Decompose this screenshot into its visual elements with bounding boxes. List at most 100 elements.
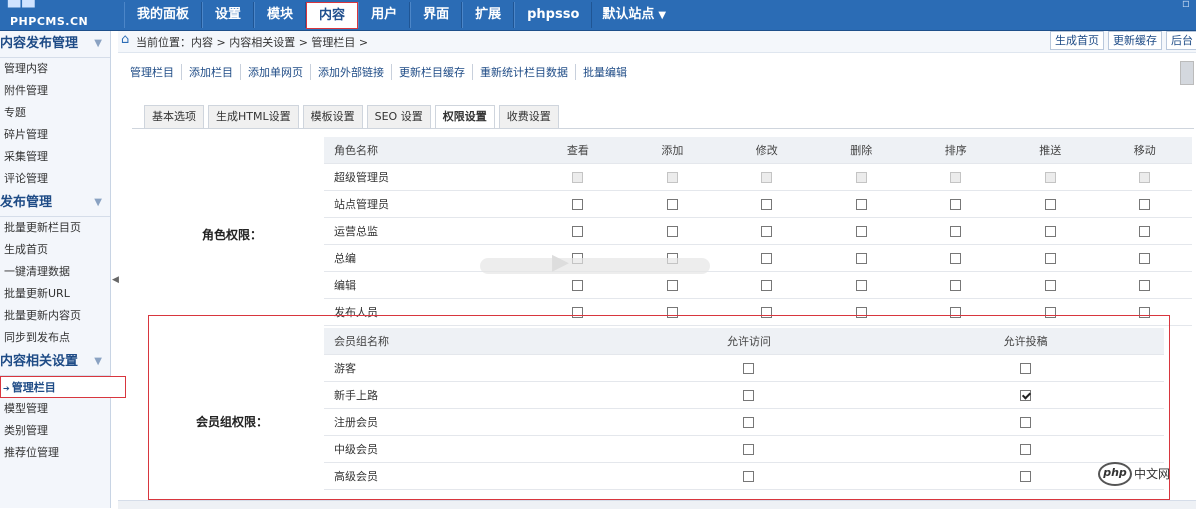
tab-0[interactable]: 基本选项 [144, 105, 204, 128]
nav-item-7[interactable]: phpsso [514, 2, 593, 28]
role-checkbox[interactable] [761, 199, 773, 210]
sidebar-item-1-4[interactable]: 批量更新内容页 [0, 305, 110, 327]
role-checkbox[interactable] [855, 226, 867, 237]
role-col-header-1: 查看 [530, 137, 626, 164]
sidebar-section-title: 内容相关设置 [0, 354, 79, 369]
role-checkbox[interactable] [950, 280, 962, 291]
role-checkbox[interactable] [950, 226, 962, 237]
role-checkbox [855, 172, 867, 183]
nav-item-4[interactable]: 用户 [358, 2, 411, 28]
sidebar-item-1-2[interactable]: 一键清理数据 [0, 261, 110, 283]
sidebar-item-0-4[interactable]: 采集管理 [0, 146, 110, 168]
role-checkbox[interactable] [1044, 199, 1056, 210]
window-icon[interactable]: ▫ [1182, 0, 1190, 10]
sidebar-item-0-5[interactable]: 评论管理 [0, 168, 110, 190]
subnav-link-3[interactable]: 添加外部链接 [310, 64, 391, 80]
tab-2[interactable]: 模板设置 [302, 105, 363, 128]
role-checkbox[interactable] [950, 199, 962, 210]
subnav-link-5[interactable]: 重新统计栏目数据 [472, 64, 575, 80]
role-check-cell [719, 190, 815, 218]
subnav-link-2[interactable]: 添加单网页 [240, 64, 310, 80]
top-bar: ▀▀ PHPCMS.CN 我的面板 设置 模块 内容 用户 界面 扩展 phpsso 默认站点 ▼… [0, 0, 1196, 31]
sidebar-item-2-2[interactable]: 类别管理 [0, 420, 110, 442]
nav-item-0[interactable]: 我的面板 [124, 2, 203, 28]
sidebar-item-1-3[interactable]: 批量更新URL [0, 283, 110, 305]
chevron-down-icon[interactable]: ▼ [94, 31, 102, 57]
chevron-down-icon[interactable]: ▼ [94, 349, 102, 375]
role-checkbox[interactable] [1139, 280, 1151, 291]
role-checkbox[interactable] [761, 280, 773, 291]
chevron-down-icon: ▼ [658, 10, 667, 21]
chevron-down-icon[interactable]: ▼ [94, 190, 102, 216]
role-checkbox[interactable] [855, 280, 867, 291]
sidebar-item-1-1[interactable]: 生成首页 [0, 239, 110, 261]
home-icon[interactable]: ⌂ [121, 32, 129, 47]
subnav-link-4[interactable]: 更新栏目缓存 [391, 64, 472, 80]
sidebar-item-label: 批量更新URL [4, 287, 70, 300]
sidebar-item-2-0[interactable]: ➔ 管理栏目 [0, 376, 126, 398]
role-checkbox[interactable] [666, 226, 678, 237]
role-checkbox [950, 172, 962, 183]
header-button-1[interactable]: 更新缓存 [1108, 31, 1162, 50]
watermark-text: 中文网 [1134, 467, 1171, 481]
sidebar-item-0-3[interactable]: 碎片管理 [0, 124, 110, 146]
role-checkbox[interactable] [761, 226, 773, 237]
role-check-cell [719, 244, 815, 272]
sidebar-section-0[interactable]: 内容发布管理 ▼ [0, 31, 110, 58]
role-col-header-2: 添加 [625, 137, 720, 164]
nav-item-1[interactable]: 设置 [202, 2, 255, 28]
sidebar-item-0-0[interactable]: 管理内容 [0, 58, 110, 80]
role-check-cell [908, 217, 1003, 245]
header-buttons: 生成首页 更新缓存 后台 [1046, 31, 1196, 50]
header-button-0[interactable]: 生成首页 [1050, 31, 1104, 50]
watermark-band [480, 258, 710, 274]
sidebar-item-2-3[interactable]: 推荐位管理 [0, 442, 110, 464]
table-row: 总编 [324, 244, 1192, 272]
nav-item-6[interactable]: 扩展 [462, 2, 515, 28]
role-checkbox[interactable] [666, 199, 678, 210]
site-selector-label: 默认站点 [602, 7, 655, 22]
role-checkbox[interactable] [1044, 253, 1056, 264]
role-checkbox[interactable] [761, 253, 773, 264]
role-check-cell [530, 163, 626, 191]
arrow-icon: ➔ [3, 384, 10, 393]
sidebar-item-2-1[interactable]: 模型管理 [0, 398, 110, 420]
nav-item-5[interactable]: 界面 [410, 2, 463, 28]
tab-5[interactable]: 收费设置 [498, 105, 559, 128]
sidebar-item-0-1[interactable]: 附件管理 [0, 80, 110, 102]
subnav-link-1[interactable]: 添加栏目 [181, 64, 240, 80]
role-checkbox[interactable] [855, 253, 867, 264]
scroll-handle[interactable] [1180, 61, 1194, 85]
sidebar-item-0-2[interactable]: 专题 [0, 102, 110, 124]
tab-1[interactable]: 生成HTML设置 [208, 105, 299, 128]
sidebar-item-1-0[interactable]: 批量更新栏目页 [0, 217, 110, 239]
role-checkbox[interactable] [572, 226, 584, 237]
role-checkbox[interactable] [855, 199, 867, 210]
role-checkbox[interactable] [950, 253, 962, 264]
nav-item-3[interactable]: 内容 [306, 2, 359, 29]
role-checkbox[interactable] [1139, 199, 1151, 210]
tab-3[interactable]: SEO 设置 [366, 105, 431, 128]
table-row: 站点管理员 [324, 190, 1192, 218]
role-checkbox[interactable] [1139, 226, 1151, 237]
member-highlight-box [148, 315, 1170, 500]
nav-item-2[interactable]: 模块 [254, 2, 307, 28]
sidebar-item-label: 专题 [4, 106, 26, 119]
sidebar-item-1-5[interactable]: 同步到发布点 [0, 327, 110, 349]
sidebar-item-label: 采集管理 [4, 150, 48, 163]
tab-4[interactable]: 权限设置 [434, 105, 495, 128]
role-check-cell [908, 163, 1003, 191]
subnav-link-0[interactable]: 管理栏目 [130, 64, 181, 80]
sidebar-section-1[interactable]: 发布管理 ▼ [0, 190, 110, 217]
role-checkbox[interactable] [1044, 226, 1056, 237]
role-checkbox[interactable] [572, 280, 584, 291]
role-checkbox[interactable] [666, 280, 678, 291]
sidebar-section-2[interactable]: 内容相关设置 ▼ [0, 349, 110, 376]
role-checkbox[interactable] [1139, 253, 1151, 264]
role-checkbox[interactable] [572, 199, 584, 210]
role-checkbox[interactable] [1044, 280, 1056, 291]
role-check-cell [719, 163, 815, 191]
subnav-link-6[interactable]: 批量编辑 [575, 64, 634, 80]
header-button-2[interactable]: 后台 [1166, 31, 1196, 50]
site-selector[interactable]: 默认站点 ▼ [592, 2, 676, 30]
